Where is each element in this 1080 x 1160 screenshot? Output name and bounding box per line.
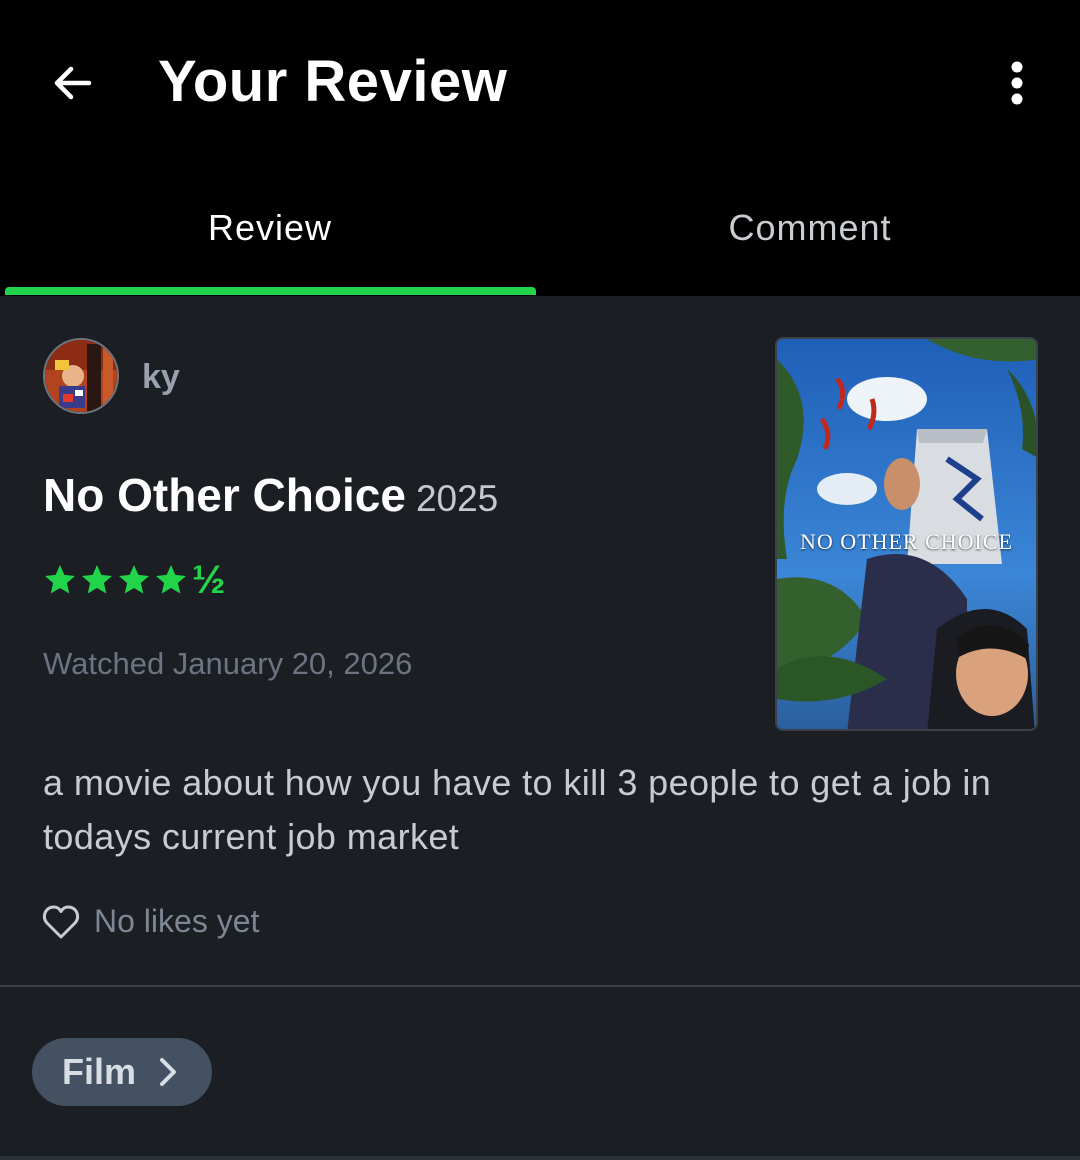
half-star-glyph: ½ xyxy=(192,558,226,602)
avatar[interactable] xyxy=(43,338,119,414)
top-app-bar: Your Review xyxy=(0,0,1080,170)
tab-bar: Review Comment xyxy=(0,170,1080,296)
star-icon xyxy=(82,565,112,594)
film-title[interactable]: No Other Choice xyxy=(43,469,406,521)
bottom-divider xyxy=(0,1156,1080,1160)
star-rating: ½ xyxy=(42,560,225,600)
chevron-right-icon xyxy=(160,1058,177,1086)
avatar-image xyxy=(45,340,117,412)
star-icon xyxy=(45,565,75,594)
film-chip-label: Film xyxy=(62,1051,137,1092)
tab-comment[interactable]: Comment xyxy=(540,170,1080,296)
active-tab-indicator xyxy=(5,287,536,295)
film-heading: No Other Choice 2025 xyxy=(43,468,498,522)
more-vertical-icon xyxy=(1011,61,1023,105)
watched-date: Watched January 20, 2026 xyxy=(43,646,413,681)
section-divider xyxy=(0,985,1080,987)
film-link-chip[interactable]: Film xyxy=(32,1038,212,1106)
likes-count-text: No likes yet xyxy=(94,903,260,939)
tab-comment-label: Comment xyxy=(728,207,892,248)
username[interactable]: ky xyxy=(142,358,180,397)
star-icon xyxy=(119,565,149,594)
heart-icon xyxy=(42,905,80,938)
poster-title-text: NO OTHER CHOICE xyxy=(800,529,1013,554)
film-poster[interactable]: NO OTHER CHOICE xyxy=(775,337,1038,731)
tab-review[interactable]: Review xyxy=(0,170,540,296)
more-options-button[interactable] xyxy=(990,50,1044,116)
film-year[interactable]: 2025 xyxy=(416,478,498,519)
likes-row[interactable]: No likes yet xyxy=(42,903,259,940)
review-screen: Your Review Review Comment ky No Other C… xyxy=(0,0,1080,1160)
arrow-left-icon xyxy=(54,66,92,100)
back-button[interactable] xyxy=(40,50,106,116)
tab-review-label: Review xyxy=(207,207,333,248)
star-icon xyxy=(156,565,186,594)
review-body: a movie about how you have to kill 3 peo… xyxy=(43,762,992,857)
page-title: Your Review xyxy=(158,49,508,114)
